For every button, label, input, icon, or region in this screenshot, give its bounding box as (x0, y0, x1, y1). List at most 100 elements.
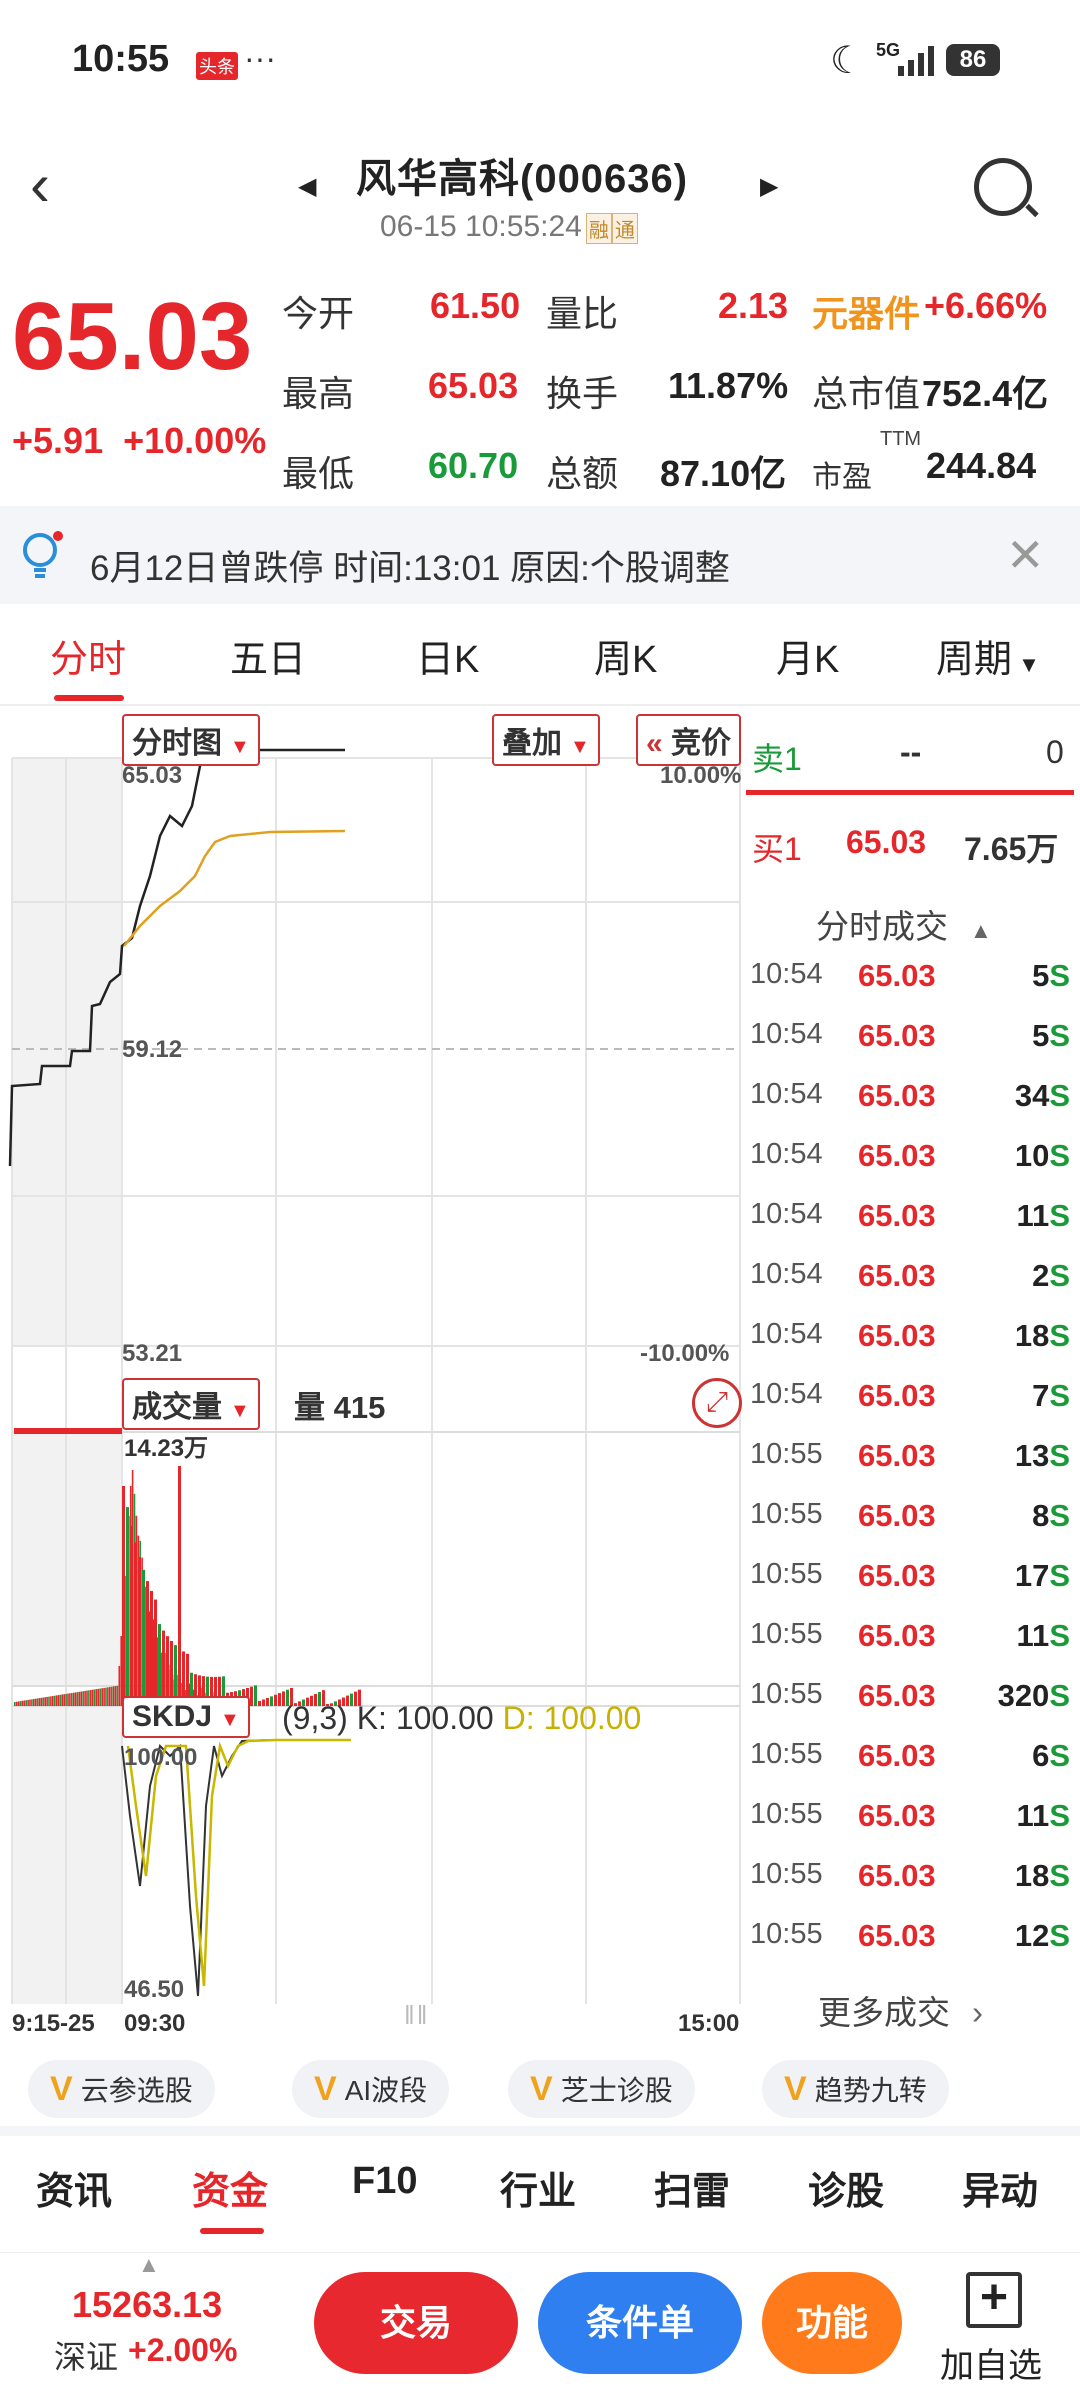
volume-bar (21, 1700, 24, 1706)
indicator-d: D: 100.00 (502, 1700, 642, 1736)
tab-daily-k[interactable]: 日K (416, 628, 479, 683)
trade-price: 65.03 (858, 1258, 936, 1293)
volume-bar (154, 1599, 157, 1706)
chip-label: 云参选股 (80, 2075, 193, 2106)
volume-bar (33, 1699, 35, 1706)
buy1-label: 买1 (752, 831, 802, 867)
stat-label: 市盈 (812, 461, 872, 494)
volume-bar (17, 1701, 20, 1706)
next-stock-arrow-icon[interactable]: ▶ (760, 172, 778, 201)
stat-label: 总额 (546, 453, 619, 494)
tab-risk-scan[interactable]: 扫雷 (654, 2160, 730, 2215)
volume-bar (46, 1696, 48, 1706)
tab-anomaly[interactable]: 异动 (962, 2160, 1038, 2215)
indicator-axis-min: 46.50 (124, 1976, 185, 2003)
indicator-selector[interactable]: SKDJ ▼ (122, 1696, 250, 1738)
volume-bar (53, 1695, 56, 1706)
close-icon[interactable]: ✕ (1006, 528, 1045, 582)
trade-volume-value: 8 (1032, 1498, 1050, 1533)
expand-icon[interactable]: ⤢ (692, 1378, 742, 1428)
trade-price: 65.03 (858, 1378, 936, 1413)
volume-bar (274, 1694, 277, 1706)
sell-side-mark: S (1049, 958, 1070, 993)
index-value[interactable]: 15263.13 (72, 2284, 222, 2326)
volume-bar (80, 1691, 83, 1706)
chip-ai-band[interactable]: V AI波段 (292, 2060, 450, 2118)
drag-handle-icon[interactable]: ‖‖ (404, 2000, 429, 2031)
trade-price: 65.03 (858, 1618, 936, 1653)
chip-stock-picker[interactable]: V 云参选股 (28, 2060, 215, 2118)
sell-side-mark: S (1049, 1498, 1070, 1533)
trades-title-text: 分时成交 (816, 908, 948, 945)
tab-monthly-k[interactable]: 月K (776, 628, 839, 683)
more-trades-button[interactable]: 更多成交 › (818, 1986, 983, 2034)
volume-bar (84, 1690, 86, 1706)
trade-row: 10:54 65.03 7S (750, 1378, 1070, 1438)
search-icon[interactable] (974, 158, 1032, 216)
trade-volume-value: 7 (1032, 1378, 1050, 1413)
volume-bar (138, 1556, 141, 1706)
volume-bar (254, 1685, 257, 1706)
double-left-icon: « (646, 727, 672, 760)
chip-trend-nine[interactable]: V 趋势九转 (762, 2060, 949, 2118)
trade-time: 10:54 (750, 1258, 823, 1290)
auction-button[interactable]: « 竞价 (636, 714, 742, 766)
trade-row: 10:55 65.03 18S (750, 1858, 1070, 1918)
function-button[interactable]: 功能 (762, 2272, 902, 2374)
chip-cheese-diagnosis[interactable]: V 芝士诊股 (508, 2060, 695, 2118)
tab-funds[interactable]: 资金 (192, 2160, 268, 2215)
skdj-d-line (126, 1738, 351, 1987)
volume-bar (27, 1699, 29, 1706)
back-button[interactable]: ‹ (30, 150, 80, 220)
stat-label: 换手 (546, 373, 619, 414)
condition-order-button[interactable]: 条件单 (538, 2272, 742, 2374)
time-axis-open: 09:30 (124, 2010, 186, 2037)
trades-title[interactable]: 分时成交 ▲ (816, 900, 992, 948)
trade-row: 10:55 65.03 8S (750, 1498, 1070, 1558)
tab-industry[interactable]: 行业 (500, 2160, 576, 2215)
trade-volume-value: 320 (997, 1678, 1050, 1713)
trade-time: 10:55 (750, 1618, 823, 1650)
sell-side-mark: S (1049, 1858, 1070, 1893)
tab-five-day[interactable]: 五日 (230, 628, 306, 683)
volume-bar (99, 1688, 102, 1706)
tab-f10[interactable]: F10 (352, 2160, 417, 2203)
volume-bar (101, 1688, 103, 1706)
stat-label: 最高 (282, 373, 355, 414)
tab-weekly-k[interactable]: 周K (594, 628, 657, 683)
section-divider (0, 2126, 1080, 2136)
volume-axis-max: 14.23万 (124, 1435, 209, 1462)
sell-side-mark: S (1049, 1618, 1070, 1653)
quote-datetime: 06-15 10:55:24 融通 (380, 210, 638, 244)
add-watchlist-label[interactable]: 加自选 (940, 2338, 1042, 2387)
chart-type-selector[interactable]: 分时图 ▼ (122, 714, 260, 766)
trade-row: 10:54 65.03 2S (750, 1258, 1070, 1318)
trade-volume-value: 18 (1014, 1858, 1050, 1893)
index-name[interactable]: 深证 (54, 2332, 118, 2378)
sell-side-mark: S (1049, 1138, 1070, 1173)
add-icon[interactable]: + (966, 2272, 1022, 2328)
trade-volume-value: 11 (1016, 1798, 1050, 1833)
trade-price: 65.03 (858, 1318, 936, 1353)
volume-bar (142, 1569, 145, 1706)
volume-bar (262, 1699, 265, 1706)
tab-diagnosis[interactable]: 诊股 (808, 2160, 884, 2215)
trade-button[interactable]: 交易 (314, 2272, 518, 2374)
prev-stock-arrow-icon[interactable]: ◀ (298, 172, 316, 201)
volume-selector[interactable]: 成交量 ▼ (122, 1378, 260, 1430)
lightbulb-icon (23, 531, 63, 578)
sector-change: +6.66% (924, 285, 1048, 326)
tab-period[interactable]: 周期 ▼ (936, 628, 1040, 683)
intraday-chart[interactable] (0, 706, 750, 2006)
sector-name[interactable]: 元器件 (812, 285, 920, 337)
index-change[interactable]: +2.00% (128, 2332, 237, 2369)
indicator-values: (9,3) K: 100.00 D: 100.00 (282, 1700, 641, 1737)
tab-news[interactable]: 资讯 (36, 2160, 112, 2215)
book-divider (746, 790, 1074, 795)
overlay-button[interactable]: 叠加 ▼ (492, 714, 600, 766)
volume-bar (134, 1542, 137, 1706)
current-price: 65.03 (12, 283, 253, 390)
sell-side-mark: S (1049, 1198, 1070, 1233)
trade-time: 10:55 (750, 1558, 823, 1590)
tab-intraday[interactable]: 分时 (50, 628, 126, 683)
